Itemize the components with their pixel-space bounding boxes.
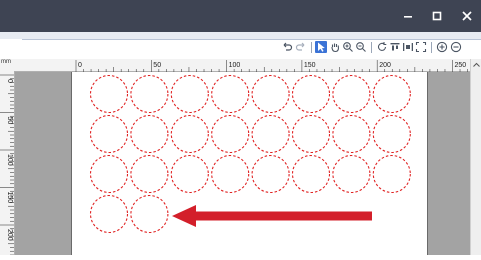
pan-hand-icon bbox=[331, 43, 340, 53]
pan-hand-button[interactable] bbox=[329, 41, 341, 53]
remove-circle-icon bbox=[450, 41, 462, 53]
title-bar bbox=[0, 0, 481, 32]
rotate-button[interactable] bbox=[376, 41, 388, 53]
ruler-unit: mm bbox=[1, 59, 11, 65]
select-pointer-icon bbox=[318, 42, 325, 52]
redo-button[interactable] bbox=[295, 41, 307, 53]
close-icon bbox=[462, 11, 472, 21]
scroll-up-icon bbox=[473, 62, 480, 67]
fit-icon bbox=[415, 41, 427, 53]
align-icon bbox=[390, 43, 400, 51]
remove-circle-button[interactable] bbox=[450, 41, 462, 53]
zoom-in-icon bbox=[343, 42, 353, 52]
ruler-label: 0 bbox=[78, 62, 82, 69]
rotate-icon bbox=[377, 42, 387, 51]
ruler-label: 50 bbox=[6, 117, 13, 125]
minimize-icon bbox=[404, 16, 412, 18]
add-circle-icon bbox=[436, 41, 448, 53]
align-button[interactable] bbox=[389, 41, 401, 53]
zoom-out-icon bbox=[356, 42, 366, 52]
maximize-icon bbox=[432, 11, 442, 21]
distribute-button[interactable] bbox=[402, 41, 414, 53]
add-circle-button[interactable] bbox=[436, 41, 448, 53]
ruler-label: 250 bbox=[455, 62, 467, 69]
close-button[interactable] bbox=[450, 0, 481, 32]
maximize-button[interactable] bbox=[420, 0, 454, 32]
select-pointer-button[interactable] bbox=[315, 41, 327, 53]
fit-button[interactable] bbox=[415, 41, 427, 53]
vertical-ruler: 0 50 100 150 200 bbox=[0, 71, 15, 256]
ruler-label: 0 bbox=[6, 79, 13, 83]
ruler-label: 100 bbox=[6, 154, 13, 166]
ruler-label: 200 bbox=[6, 229, 13, 241]
ruler-label: 150 bbox=[304, 62, 316, 69]
undo-button[interactable] bbox=[281, 41, 293, 53]
redo-icon bbox=[295, 42, 305, 51]
ruler-label: 150 bbox=[6, 192, 13, 204]
undo-icon bbox=[283, 42, 293, 51]
toolbar-separator bbox=[311, 42, 312, 53]
vertical-scrollbar[interactable] bbox=[470, 59, 481, 255]
horizontal-ruler: 050100150200250300350400450500 bbox=[0, 59, 470, 72]
zoom-in-button[interactable] bbox=[342, 41, 354, 53]
toolbar-separator bbox=[431, 42, 432, 53]
vertical-ruler-ticks: 0 50 100 150 200 bbox=[0, 74, 14, 256]
ruler-label: 200 bbox=[379, 62, 391, 69]
label-page[interactable] bbox=[71, 72, 428, 255]
distribute-icon bbox=[403, 43, 413, 51]
ruler-label: 50 bbox=[153, 62, 161, 69]
toolbar-separator bbox=[371, 42, 372, 53]
ribbon-strip bbox=[0, 32, 481, 39]
zoom-out-button[interactable] bbox=[355, 41, 367, 53]
horizontal-ruler-ticks: 050100150200250300350400450500 bbox=[75, 60, 468, 72]
ruler-label: 100 bbox=[229, 62, 241, 69]
